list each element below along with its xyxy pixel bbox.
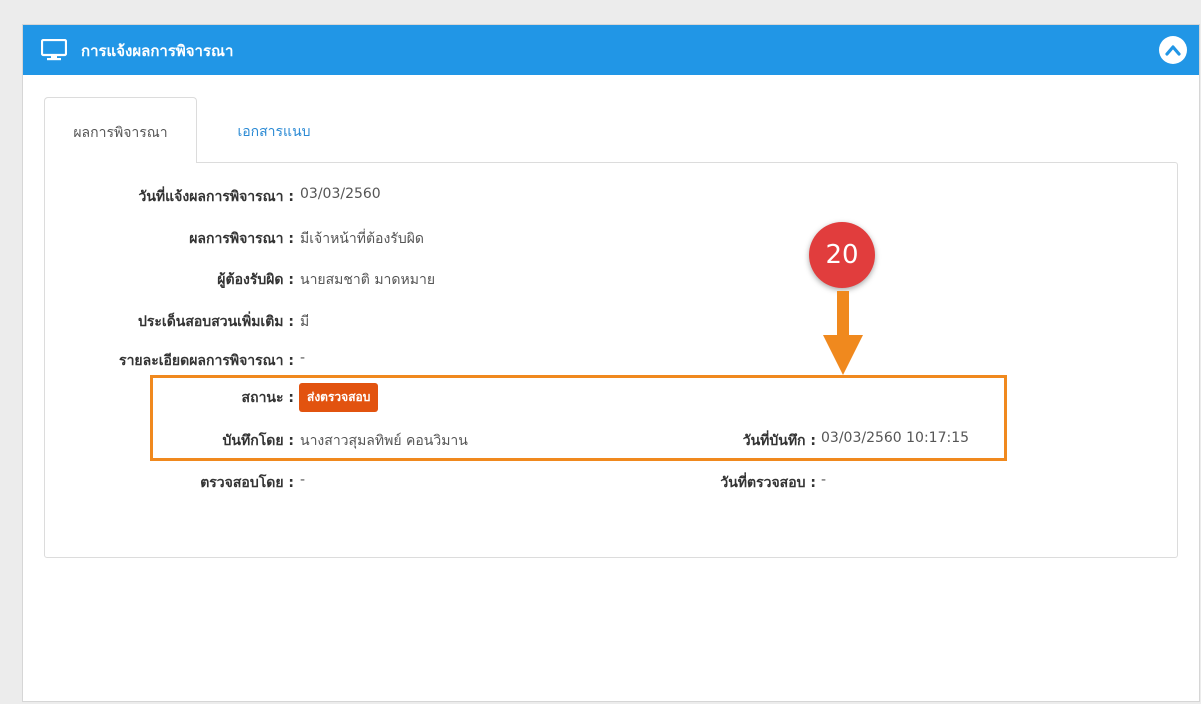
tab-attachments[interactable]: เอกสารแนบ: [219, 97, 329, 163]
details-label: รายละเอียดผลการพิจารณา :: [119, 353, 294, 369]
result-value: มีเจ้าหน้าที่ต้องรับผิด: [300, 231, 425, 247]
panel-header: การแจ้งผลการพิจารณา: [23, 25, 1199, 75]
consideration-panel: การแจ้งผลการพิจารณา ผลการพิจารณา เอกสารแ…: [22, 24, 1200, 702]
panel-title: การแจ้งผลการพิจารณา: [81, 42, 234, 60]
checked-date-row: วันที่ตรวจสอบ :: [583, 472, 816, 492]
responsible-row: ผู้ต้องรับผิด :: [23, 269, 294, 289]
details-value: -: [300, 350, 306, 366]
checked-date-value: -: [821, 472, 827, 488]
notify-date-value: 03/03/2560: [300, 186, 381, 202]
chevron-up-icon: [1165, 45, 1181, 56]
down-arrow-icon: [823, 291, 863, 375]
notify-date-row: วันที่แจ้งผลการพิจารณา :: [23, 186, 295, 206]
additional-issue-row: ประเด็นสอบสวนเพิ่มเติม :: [23, 311, 294, 331]
checked-by-label: ตรวจสอบโดย :: [200, 475, 294, 491]
result-row: ผลการพิจารณา :: [23, 228, 294, 248]
highlight-box: [150, 375, 1007, 461]
responsible-value: นายสมชาติ มาดหมาย: [300, 272, 436, 288]
responsible-label: ผู้ต้องรับผิด :: [217, 272, 294, 288]
checked-by-row: ตรวจสอบโดย :: [23, 472, 294, 492]
additional-issue-label: ประเด็นสอบสวนเพิ่มเติม :: [137, 314, 294, 330]
additional-issue-value: มี: [300, 314, 310, 330]
checked-date-label: วันที่ตรวจสอบ :: [720, 475, 816, 491]
step-number-badge: 20: [809, 222, 875, 288]
result-label: ผลการพิจารณา :: [189, 231, 294, 247]
notify-date-label: วันที่แจ้งผลการพิจารณา :: [138, 189, 295, 205]
checked-by-value: -: [300, 472, 306, 488]
collapse-button[interactable]: [1159, 36, 1187, 64]
monitor-icon: [41, 39, 67, 61]
tab-consideration-result[interactable]: ผลการพิจารณา: [44, 97, 197, 163]
details-row: รายละเอียดผลการพิจารณา :: [23, 350, 294, 370]
